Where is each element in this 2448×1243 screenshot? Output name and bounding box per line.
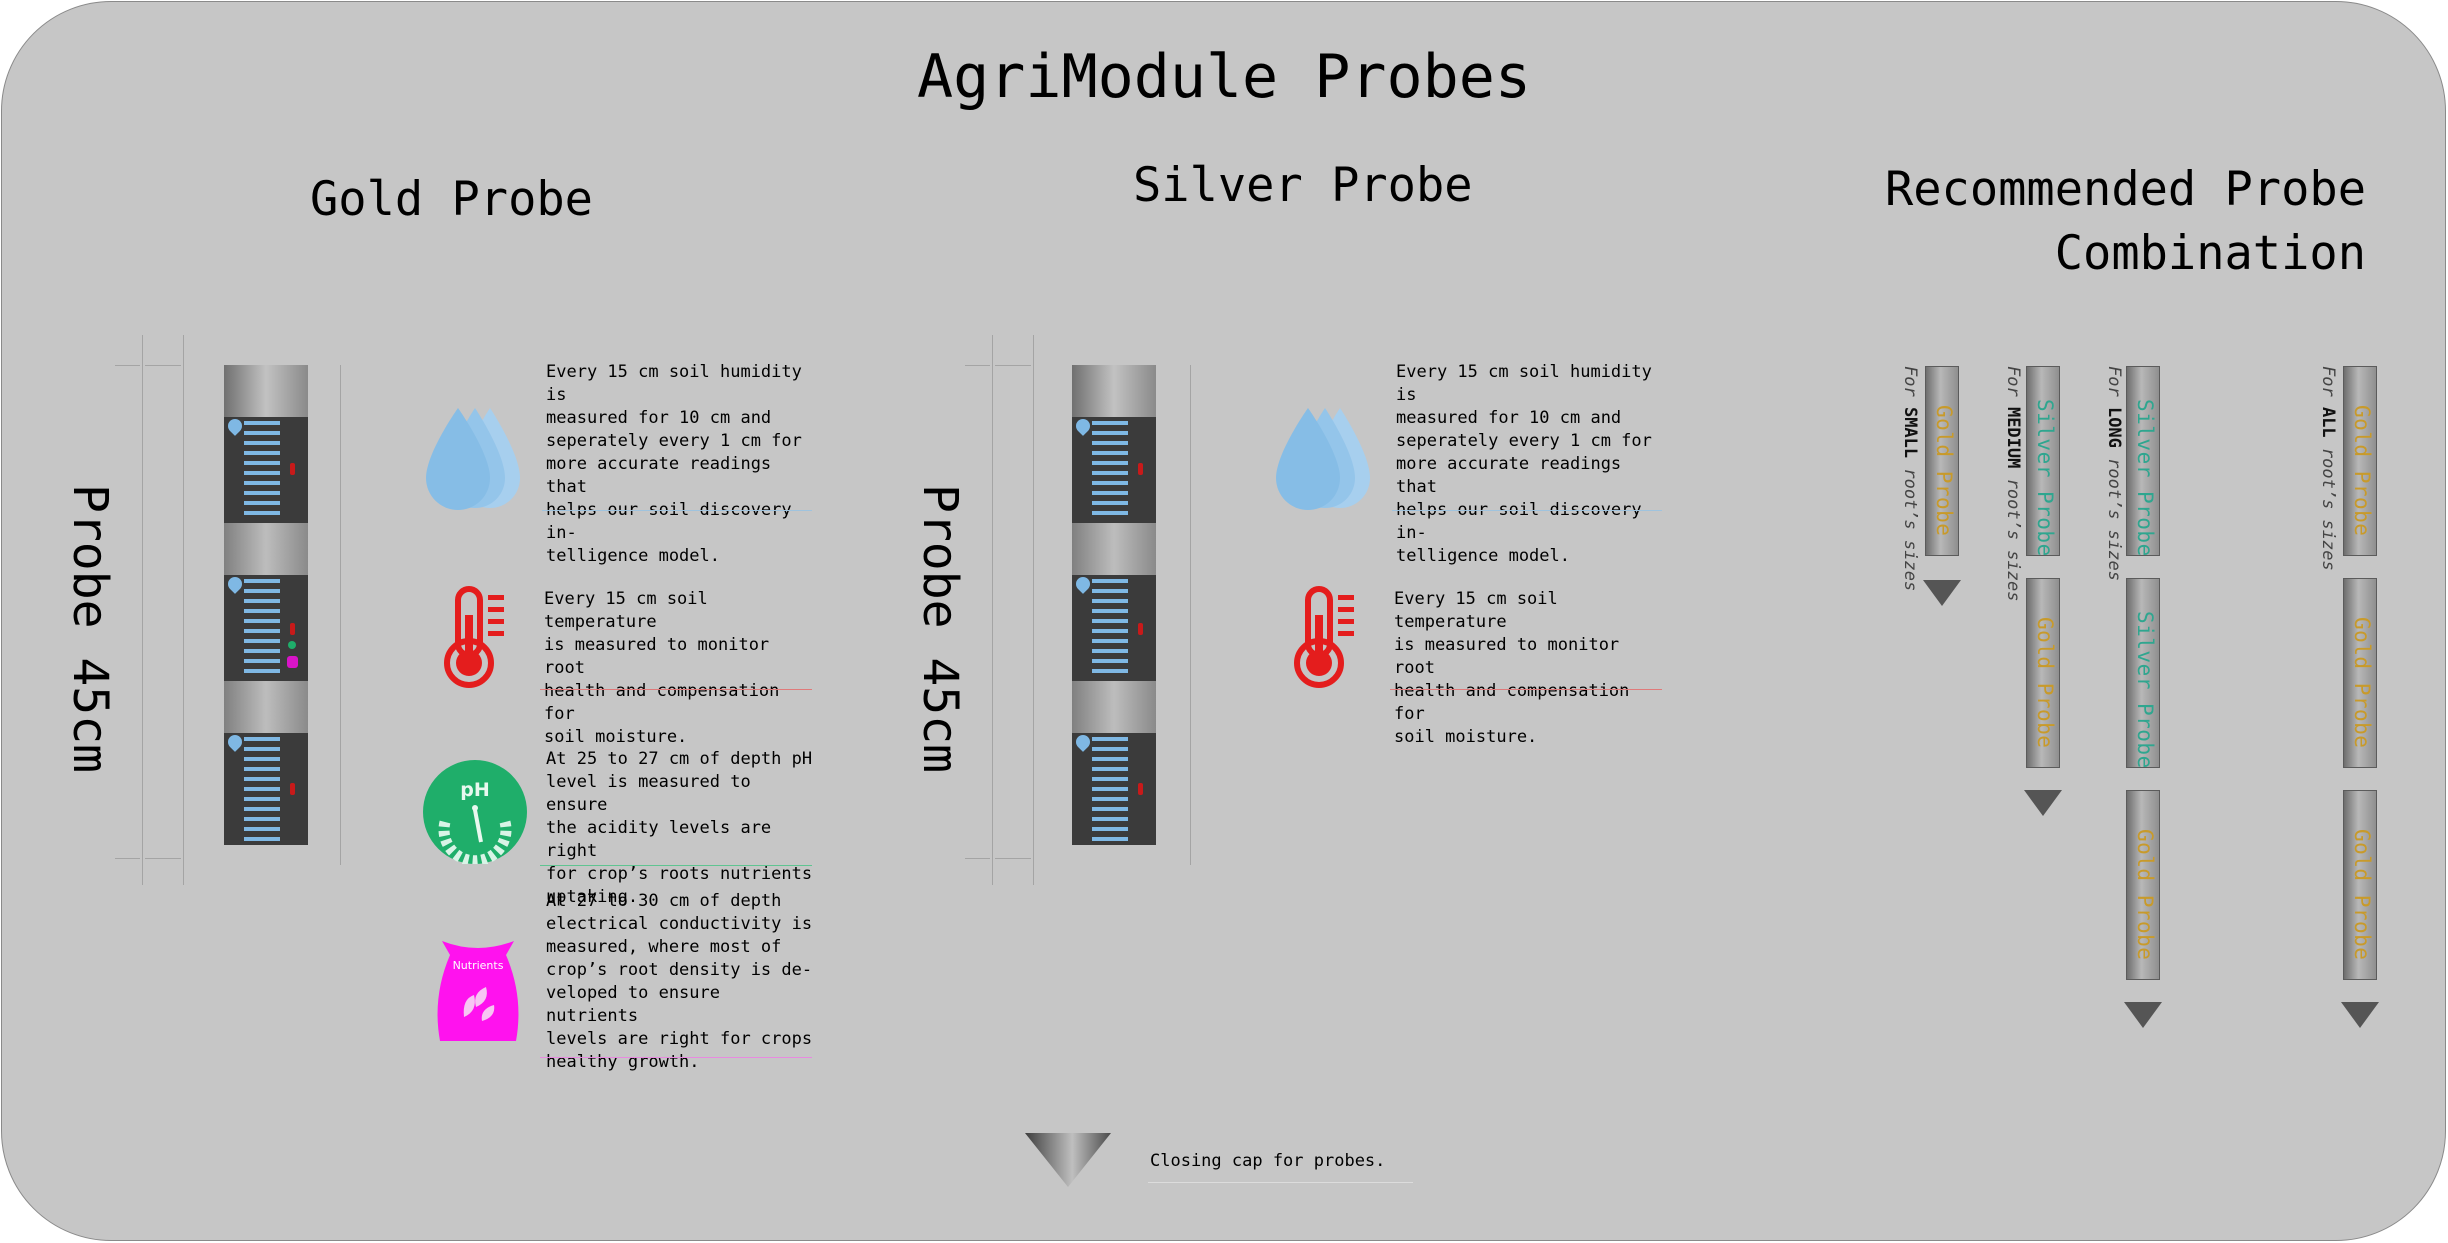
gold-probe-tube: Gold Probe	[2026, 578, 2060, 768]
gold-conductivity-description: At 27 to 30 cm of depth electrical condu…	[546, 891, 813, 1072]
closing-cap-icon	[2024, 790, 2062, 816]
closing-cap-icon	[1025, 1133, 1111, 1187]
closing-cap-icon	[1923, 580, 1961, 606]
gold-probe-length-label: Probe 45cm	[62, 484, 118, 773]
gold-probe-tube: Gold Probe	[2343, 790, 2377, 980]
svg-text:Nutrients: Nutrients	[453, 959, 504, 972]
gold-humidity-description: Every 15 cm soil humidity is measured fo…	[546, 362, 802, 566]
silver-probe-length-label: Probe 45cm	[912, 484, 968, 773]
water-drops-icon	[420, 408, 530, 513]
closing-cap-description: Closing cap for probes.	[1150, 1151, 1386, 1171]
combo-all-label: For ALL root’s sizes	[2318, 366, 2338, 571]
gold-ph-description: At 25 to 27 cm of depth pH level is meas…	[546, 749, 813, 907]
silver-probe-title: Silver Probe	[1133, 158, 1473, 213]
combo-medium-label: For MEDIUM root’s sizes	[2003, 366, 2023, 602]
silver-probe-diagram	[965, 335, 1205, 885]
nutrients-bag-icon: Nutrients	[432, 937, 524, 1044]
gold-probe-tube: Gold Probe	[2343, 578, 2377, 768]
ph-meter-icon: pH	[423, 760, 527, 867]
recommended-title: Recommended Probe Combination	[1884, 162, 2366, 281]
closing-cap-icon	[2124, 1002, 2162, 1028]
silver-probe-tube: Silver Probe	[2126, 578, 2160, 769]
combo-long-label: For LONG root’s sizes	[2104, 366, 2124, 581]
silver-temperature-description: Every 15 cm soil temperature is measured…	[1394, 589, 1630, 747]
gold-probe-tube: Gold Probe	[2126, 790, 2160, 980]
gold-probe-tube: Gold Probe	[1925, 366, 1959, 556]
gold-probe-diagram	[115, 335, 355, 885]
combo-small-label: For SMALL root’s sizes	[1900, 366, 1920, 592]
water-drops-icon	[1270, 408, 1380, 513]
closing-cap-icon	[2341, 1002, 2379, 1028]
thermometer-icon	[1292, 585, 1362, 690]
page-title: AgriModule Probes	[916, 42, 1532, 112]
svg-text:pH: pH	[460, 779, 490, 801]
silver-probe-tube: Silver Probe	[2026, 366, 2060, 557]
gold-temperature-description: Every 15 cm soil temperature is measured…	[544, 589, 780, 747]
silver-humidity-description: Every 15 cm soil humidity is measured fo…	[1396, 362, 1652, 566]
thermometer-icon	[442, 585, 512, 690]
gold-probe-title: Gold Probe	[310, 172, 593, 227]
gold-probe-tube: Gold Probe	[2343, 366, 2377, 556]
silver-probe-tube: Silver Probe	[2126, 366, 2160, 557]
